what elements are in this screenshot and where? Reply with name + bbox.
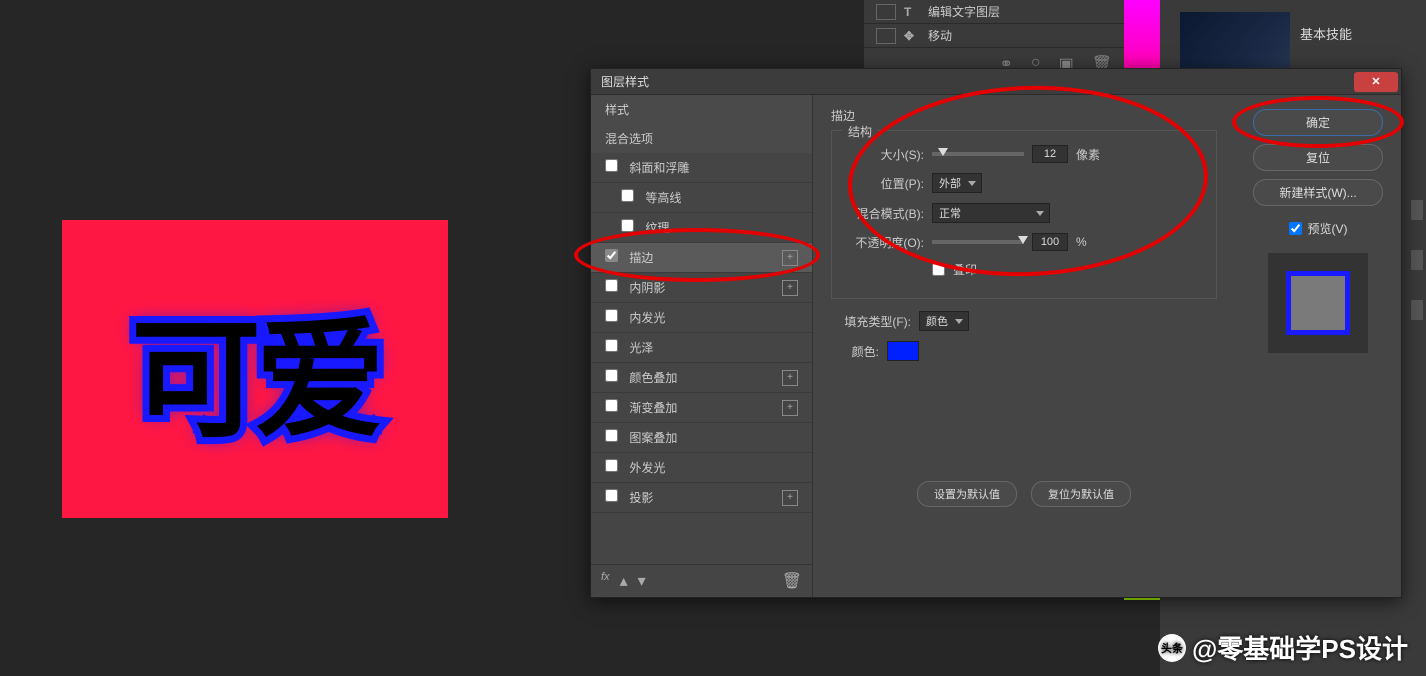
color-label: 颜色: [831,343,879,360]
blend-mode-dropdown[interactable]: 正常 [932,203,1050,223]
add-icon[interactable]: + [782,400,798,416]
right-panel-title: 基本技能 [1300,24,1352,43]
style-satin[interactable]: 光泽 [591,333,812,363]
reset-default-button[interactable]: 复位为默认值 [1031,481,1131,507]
style-inner-shadow[interactable]: 内阴影+ [591,273,812,303]
styles-header[interactable]: 样式 [591,95,812,124]
size-input[interactable] [1032,145,1068,163]
trash-icon[interactable]: 🗑 [782,571,802,591]
style-gradient-overlay[interactable]: 渐变叠加+ [591,393,812,423]
opacity-input[interactable] [1032,233,1068,251]
dialog-right-column: 确定 复位 新建样式(W)... 预览(V) [1235,95,1401,597]
style-texture[interactable]: 纹理 [591,213,812,243]
style-color-overlay[interactable]: 颜色叠加+ [591,363,812,393]
arrow-up-icon[interactable]: ▴ [620,571,628,591]
far-right-tabs [1408,190,1426,490]
bg-menu-item-2[interactable]: ✥ 移动 [864,24,1126,48]
preview-swatch [1286,271,1350,335]
stroke-settings: 描边 结构 大小(S): 像素 位置(P): 外部 混合模式(B): 正常 [813,95,1235,597]
ok-button[interactable]: 确定 [1253,109,1383,136]
preview-box [1268,253,1368,353]
color-swatch[interactable] [887,341,919,361]
bg-menu-label: 移动 [928,27,952,44]
style-drop-shadow[interactable]: 投影+ [591,483,812,513]
preview-label: 预览(V) [1308,220,1348,237]
dialog-title: 图层样式 [601,73,649,90]
fill-type-label: 填充类型(F): [831,313,911,330]
cancel-button[interactable]: 复位 [1253,144,1383,171]
bg-menu-item-1[interactable]: T 编辑文字图层 [864,0,1126,24]
blend-options[interactable]: 混合选项 [591,124,812,153]
add-icon[interactable]: + [782,250,798,266]
overprint-checkbox[interactable] [932,263,945,276]
dialog-titlebar[interactable]: 图层样式 ✕ [591,69,1401,95]
tab-icon[interactable] [1411,250,1423,270]
structure-legend: 结构 [842,123,878,140]
canvas-text: 可爱 [131,275,379,463]
add-icon[interactable]: + [782,370,798,386]
canvas-preview: 可爱 [62,220,448,518]
opacity-slider[interactable] [932,240,1024,244]
style-stroke[interactable]: 描边+ [591,243,812,273]
bg-menu-label: 编辑文字图层 [928,3,1000,20]
arrow-down-icon[interactable]: ▾ [638,571,646,591]
fx-footer: fx ▴ ▾ 🗑 [591,564,812,597]
style-bevel[interactable]: 斜面和浮雕 [591,153,812,183]
size-unit: 像素 [1076,146,1100,163]
position-dropdown[interactable]: 外部 [932,173,982,193]
new-style-button[interactable]: 新建样式(W)... [1253,179,1383,206]
move-icon: ✥ [904,29,922,43]
style-outer-glow[interactable]: 外发光 [591,453,812,483]
layer-style-dialog: 图层样式 ✕ 样式 混合选项 斜面和浮雕 等高线 纹理 描边+ 内阴影+ 内发光… [590,68,1402,598]
preview-checkbox[interactable] [1289,222,1302,235]
position-label: 位置(P): [844,175,924,192]
fill-type-dropdown[interactable]: 颜色 [919,311,969,331]
watermark-text: @零基础学PS设计 [1192,629,1408,666]
structure-fieldset: 结构 大小(S): 像素 位置(P): 外部 混合模式(B): 正常 不透明度(… [831,130,1217,299]
section-title: 描边 [831,107,1217,124]
add-icon[interactable]: + [782,490,798,506]
overprint-label: 叠印 [953,261,977,278]
style-contour[interactable]: 等高线 [591,183,812,213]
opacity-label: 不透明度(O): [844,234,924,251]
type-icon: T [904,5,922,19]
add-icon[interactable]: + [782,280,798,296]
style-inner-glow[interactable]: 内发光 [591,303,812,333]
tab-icon[interactable] [1411,200,1423,220]
fx-label[interactable]: fx [601,571,610,591]
partial-text [1286,0,1426,20]
style-pattern-overlay[interactable]: 图案叠加 [591,423,812,453]
opacity-unit: % [1076,235,1087,249]
bg-menu-panel: T 编辑文字图层 ✥ 移动 ⚭ ○ ▣ 🗑 [864,0,1126,70]
tab-icon[interactable] [1411,300,1423,320]
size-label: 大小(S): [844,146,924,163]
style-list: 样式 混合选项 斜面和浮雕 等高线 纹理 描边+ 内阴影+ 内发光 光泽 颜色叠… [591,95,813,597]
watermark: 头条 @零基础学PS设计 [1158,629,1408,666]
watermark-logo: 头条 [1158,634,1186,662]
size-slider[interactable] [932,152,1024,156]
layer-icon [876,4,896,20]
close-button[interactable]: ✕ [1354,72,1398,92]
set-default-button[interactable]: 设置为默认值 [917,481,1017,507]
blend-mode-label: 混合模式(B): [844,205,924,222]
layer-icon [876,28,896,44]
